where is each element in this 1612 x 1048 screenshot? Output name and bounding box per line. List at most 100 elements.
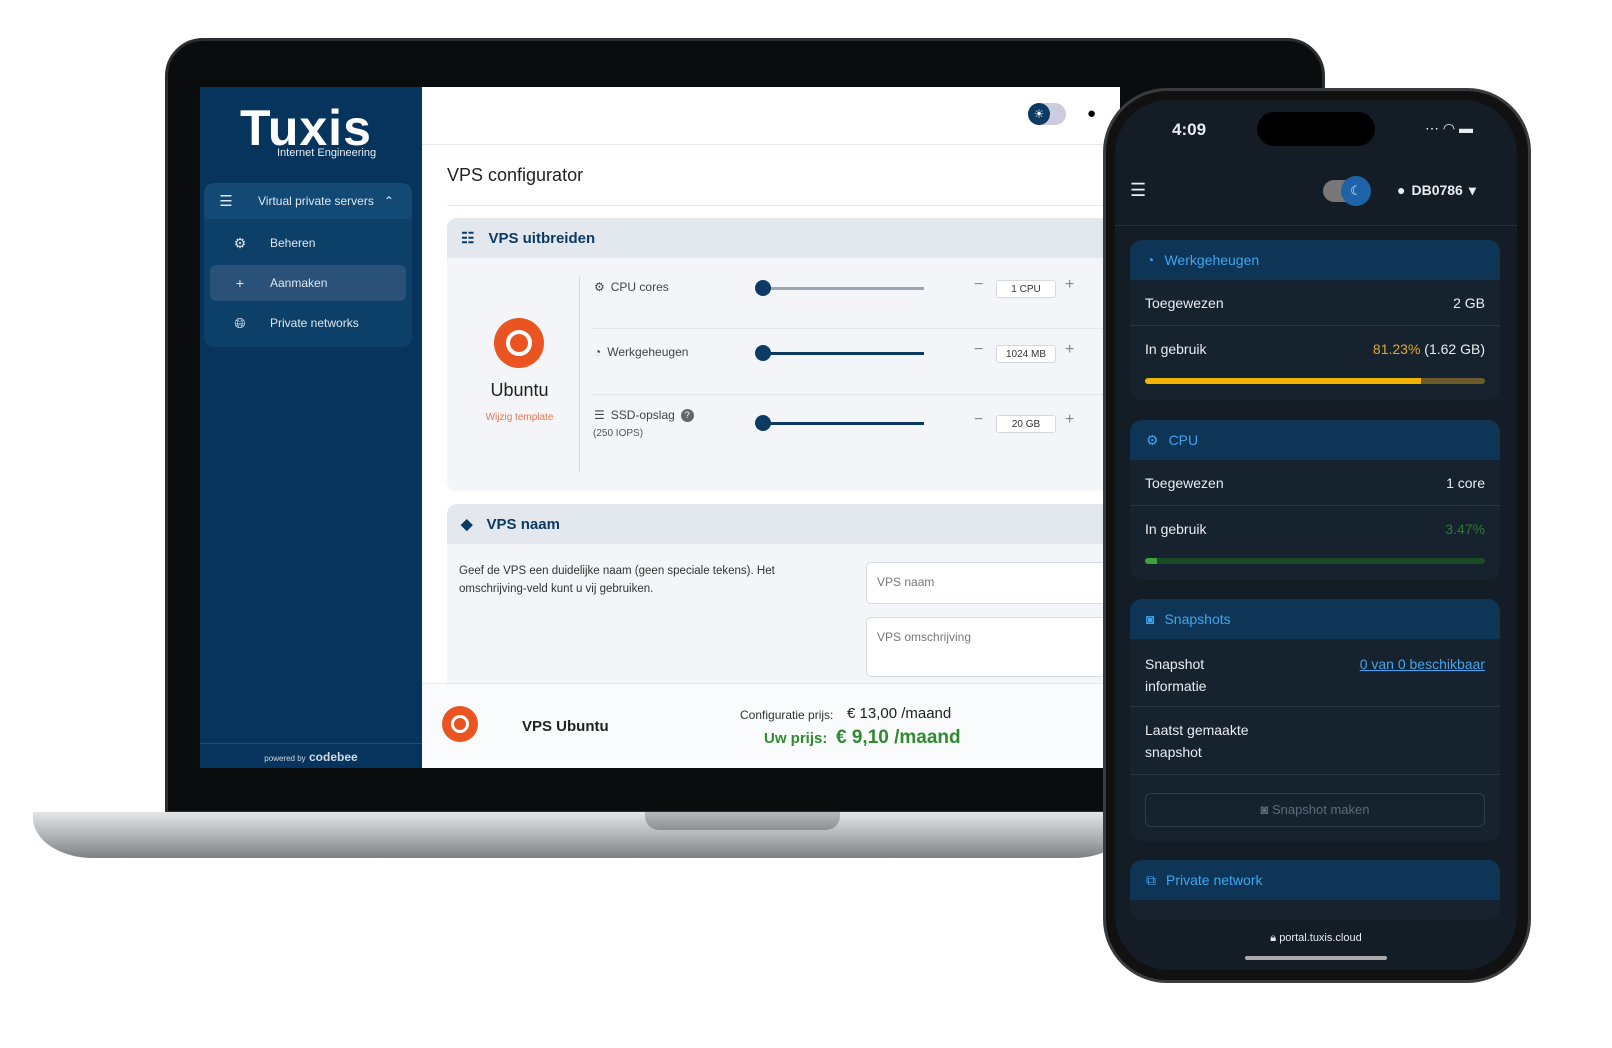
slider-handle[interactable] <box>755 345 771 361</box>
url-text: portal.tuxis.cloud <box>1279 932 1362 944</box>
sidebar-item-label: Aanmaken <box>270 276 328 290</box>
snapshots-card: ◙ Snapshots Snapshot informatie 0 van 0 be… <box>1130 599 1500 841</box>
card-header: ⚙ CPU <box>1130 420 1500 460</box>
user-menu[interactable]: ● DB0786 ▾ <box>1397 182 1476 199</box>
logo-subtitle: Internet Engineering <box>277 147 377 159</box>
divider <box>579 276 580 472</box>
powered-by: powered by codebee <box>200 743 422 768</box>
price-footer: VPS Ubuntu Configuratie prijs: € 13,00 /… <box>422 683 1120 768</box>
camera-icon: ◙ <box>1146 611 1155 627</box>
vps-name-input[interactable]: VPS naam <box>866 562 1106 604</box>
cpu-usage-bar <box>1145 558 1485 564</box>
storage-value[interactable]: 20 GB <box>996 415 1056 433</box>
cpu-value[interactable]: 1 CPU <box>996 280 1056 298</box>
storage-slider[interactable] <box>755 415 924 431</box>
os-name: Ubuntu <box>490 380 549 400</box>
vps-name-card: ◆ VPS naam Geef de VPS een duidelijke naa… <box>447 504 1120 694</box>
tag-icon: ◆ <box>461 516 473 533</box>
row-label: Werkgeheugen <box>607 345 689 359</box>
home-indicator <box>1245 956 1387 960</box>
network-icon: ⧉ <box>1146 871 1156 888</box>
divider <box>592 328 1112 329</box>
ubuntu-logo <box>442 706 478 742</box>
vps-description-input[interactable]: VPS omschrijving <box>866 617 1106 677</box>
laptop-notch <box>645 812 840 830</box>
memory-label: ◔ Werkgeheugen <box>594 345 688 359</box>
phone-screen: 4:09 ⋯ ◠ ▬ ☰ ☾ ● DB0786 ▾ ◔ Werkgeheugen To… <box>1115 100 1517 970</box>
memory-value[interactable]: 1024 MB <box>996 345 1056 363</box>
memory-card: ◔ Werkgeheugen Toegewezen 2 GB In gebruik 8… <box>1130 240 1500 400</box>
dynamic-island <box>1257 112 1375 146</box>
username: DB0786 <box>1411 182 1463 198</box>
card-title: VPS uitbreiden <box>488 229 596 247</box>
row-label: In gebruik <box>1145 341 1207 357</box>
slider-handle[interactable] <box>755 280 771 296</box>
sidebar-item-beheren[interactable]: ⚙ Beheren <box>210 225 406 261</box>
row-value: 2 GB <box>1453 294 1485 311</box>
config-price-label: Configuratie prijs: <box>740 708 834 722</box>
cpu-label: ⚙ CPU cores <box>594 280 669 294</box>
change-template-link[interactable]: Wijzig template <box>447 412 592 423</box>
decrement-button[interactable]: − <box>974 411 983 429</box>
cpu-slider[interactable] <box>755 280 924 296</box>
last-snapshot-row: Laatst gemaakte snapshot <box>1130 707 1500 775</box>
laptop-screen: Tuxis Internet Engineering ☰ Virtual pri… <box>200 87 1120 768</box>
increment-button[interactable]: + <box>1065 341 1074 359</box>
row-value: 1 core <box>1446 474 1485 491</box>
nav-group-header[interactable]: ☰ Virtual private servers ⌃ <box>204 183 412 219</box>
sidebar: Tuxis Internet Engineering ☰ Virtual pri… <box>200 87 422 768</box>
card-title: CPU <box>1168 432 1199 448</box>
your-price: € 9,10 /maand <box>836 727 961 748</box>
globe-icon: 🌐︎ <box>234 314 246 331</box>
powered-label: powered by <box>264 754 306 763</box>
url-bar[interactable]: 🔒︎ portal.tuxis.cloud <box>1115 920 1517 970</box>
private-network-card: ⧉ Private network <box>1130 860 1500 920</box>
nav-group: ☰ Virtual private servers ⌃ ⚙ Beheren + Aa… <box>204 183 412 347</box>
snapshot-info-row: Snapshot informatie 0 van 0 beschikbaar <box>1130 639 1500 707</box>
used-percent: 3.47% <box>1445 521 1485 537</box>
cpu-card: ⚙ CPU Toegewezen 1 core In gebruik 3.47% <box>1130 420 1500 580</box>
theme-toggle[interactable]: ☾ <box>1323 176 1371 206</box>
decrement-button[interactable]: − <box>974 276 983 294</box>
slider-handle[interactable] <box>755 415 771 431</box>
row-label: Toegewezen <box>1145 294 1224 311</box>
wifi-icon: ⋯ ◠ ▬ <box>1425 120 1473 136</box>
hamburger-icon[interactable]: ☰ <box>1130 180 1146 201</box>
sidebar-item-private-networks[interactable]: 🌐︎ Private networks <box>210 305 406 341</box>
card-header: ◔ Werkgeheugen <box>1130 240 1500 280</box>
caret-down-icon: ▾ <box>1468 182 1476 198</box>
cpu-icon: ⚙ <box>1146 431 1159 448</box>
used-row: In gebruik 3.47% <box>1130 506 1500 552</box>
card-header: ◆ VPS naam <box>447 504 1120 544</box>
storage-icon: ☰ <box>594 408 605 422</box>
name-description: Geef de VPS een duidelijke naam (geen sp… <box>459 565 775 595</box>
card-title: VPS naam <box>486 515 560 533</box>
used-percent: 81.23% <box>1372 341 1421 357</box>
storage-label: ☰ SSD-opslag? <box>594 408 694 422</box>
snapshot-info-link[interactable]: 0 van 0 beschikbaar <box>1360 653 1485 675</box>
sidebar-item-label: Private networks <box>270 316 359 330</box>
memory-slider[interactable] <box>755 345 924 361</box>
nav-group-label: Virtual private servers <box>258 194 374 208</box>
bar-fill <box>1145 378 1422 384</box>
divider <box>592 394 1112 395</box>
sidebar-item-aanmaken[interactable]: + Aanmaken <box>210 265 406 301</box>
snapshot-button[interactable]: ◙ Snapshot maken <box>1145 793 1485 827</box>
increment-button[interactable]: + <box>1065 411 1074 429</box>
card-title: Private network <box>1166 872 1263 888</box>
row-label: SSD-opslag <box>610 408 675 422</box>
increment-button[interactable]: + <box>1065 276 1074 294</box>
ubuntu-logo <box>494 318 544 368</box>
used-row: In gebruik 81.23% (1.62 GB) <box>1130 326 1500 372</box>
memory-usage-bar <box>1145 378 1485 384</box>
assigned-row: Toegewezen 2 GB <box>1130 280 1500 326</box>
user-icon[interactable]: ● <box>1087 105 1096 122</box>
theme-toggle[interactable]: ☀ <box>1028 103 1066 125</box>
sidebar-item-label: Beheren <box>270 236 316 250</box>
decrement-button[interactable]: − <box>974 341 983 359</box>
help-icon[interactable]: ? <box>680 408 694 422</box>
card-header: ⧉ Private network <box>1130 860 1500 900</box>
card-title: Snapshots <box>1164 611 1231 627</box>
row-label: Snapshot informatie <box>1145 656 1207 694</box>
card-header: ◙ Snapshots <box>1130 599 1500 639</box>
